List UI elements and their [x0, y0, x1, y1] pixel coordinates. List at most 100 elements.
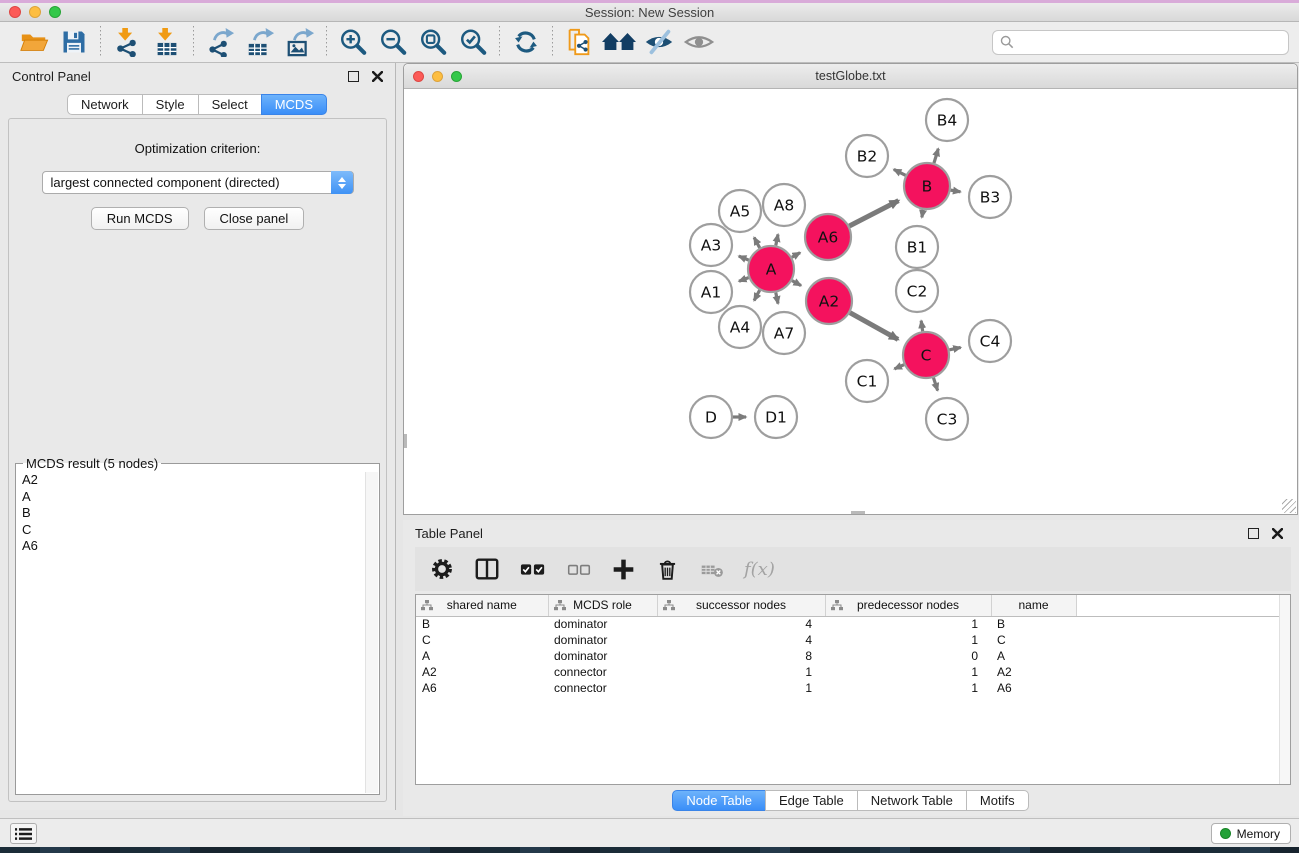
hide-selected-button[interactable]	[639, 24, 679, 60]
zoom-in-button[interactable]	[333, 24, 373, 60]
memory-button[interactable]: Memory	[1211, 823, 1291, 844]
network-canvas[interactable]: B4B2BB3A5A8A6A3B1AC2A1A2A4A7C4CC1C3DD1	[404, 89, 1297, 514]
vertical-scroll-nub[interactable]	[404, 434, 407, 448]
show-columns-button[interactable]	[474, 556, 500, 582]
search-input[interactable]	[1014, 35, 1288, 50]
edge-B-B3[interactable]	[951, 190, 961, 192]
zoom-out-button[interactable]	[373, 24, 413, 60]
first-neighbors-button[interactable]	[599, 24, 639, 60]
edge-C-C1[interactable]	[894, 365, 904, 369]
minimize-window-button[interactable]	[29, 6, 41, 18]
tab-node-table[interactable]: Node Table	[672, 790, 766, 811]
open-session-button[interactable]	[14, 24, 54, 60]
edge-A-A3[interactable]	[739, 256, 749, 260]
column-header-predecessor-nodes[interactable]: predecessor nodes	[825, 595, 991, 616]
edge-C-C2[interactable]	[921, 321, 922, 332]
cell-name[interactable]: A2	[991, 664, 1076, 680]
tab-edge-table[interactable]: Edge Table	[765, 790, 858, 811]
tab-style[interactable]: Style	[142, 94, 199, 115]
cell-successor-nodes[interactable]: 1	[657, 664, 825, 680]
resize-grip[interactable]	[1282, 499, 1296, 513]
cell-predecessor-nodes[interactable]: 1	[825, 680, 991, 696]
network-window-titlebar[interactable]: testGlobe.txt	[404, 64, 1297, 89]
cell-shared-name[interactable]: C	[416, 632, 548, 648]
result-item[interactable]: C	[22, 522, 379, 539]
tab-mcds[interactable]: MCDS	[261, 94, 327, 115]
mcds-result-list[interactable]: A2ABCA6	[16, 471, 379, 555]
cell-successor-nodes[interactable]: 4	[657, 632, 825, 648]
edge-B-B4[interactable]	[934, 149, 938, 163]
zoom-window-button[interactable]	[49, 6, 61, 18]
close-panel-button[interactable]: Close panel	[204, 207, 305, 230]
edge-A-A8[interactable]	[776, 234, 778, 245]
result-scrollbar[interactable]	[365, 472, 378, 793]
close-panel-icon[interactable]	[372, 71, 383, 82]
select-all-button[interactable]	[519, 556, 547, 582]
close-table-panel-icon[interactable]	[1272, 528, 1283, 539]
zoom-fit-button[interactable]	[413, 24, 453, 60]
table-settings-button[interactable]	[429, 556, 455, 582]
edge-A-A5[interactable]	[754, 237, 760, 247]
show-all-button[interactable]	[679, 24, 719, 60]
delete-column-button[interactable]	[655, 556, 680, 582]
edge-A2-C[interactable]	[850, 313, 898, 340]
horizontal-scroll-nub[interactable]	[851, 511, 865, 514]
show-panels-button[interactable]	[10, 823, 37, 844]
table-row[interactable]: Adominator80A	[416, 648, 1290, 664]
cell-shared-name[interactable]: A6	[416, 680, 548, 696]
search-field[interactable]	[992, 30, 1289, 55]
run-mcds-button[interactable]: Run MCDS	[91, 207, 189, 230]
import-network-button[interactable]	[107, 24, 147, 60]
cell-MCDS-role[interactable]: dominator	[548, 648, 657, 664]
cell-predecessor-nodes[interactable]: 1	[825, 632, 991, 648]
close-network-button[interactable]	[413, 71, 424, 82]
float-panel-icon[interactable]	[348, 71, 359, 82]
table-row[interactable]: A2connector11A2	[416, 664, 1290, 680]
edge-A-A7[interactable]	[776, 293, 778, 304]
cell-predecessor-nodes[interactable]: 1	[825, 616, 991, 632]
cell-MCDS-role[interactable]: connector	[548, 680, 657, 696]
export-table-button[interactable]	[240, 24, 280, 60]
column-header-MCDS-role[interactable]: MCDS role	[548, 595, 657, 616]
edge-B-B1[interactable]	[922, 210, 923, 218]
zoom-selected-button[interactable]	[453, 24, 493, 60]
import-table-button[interactable]	[147, 24, 187, 60]
clone-network-button[interactable]	[559, 24, 599, 60]
edge-A-A2[interactable]	[792, 281, 801, 286]
node-table-grid[interactable]: shared nameMCDS rolesuccessor nodesprede…	[416, 595, 1290, 696]
node-table[interactable]: shared nameMCDS rolesuccessor nodesprede…	[415, 594, 1291, 785]
column-header-successor-nodes[interactable]: successor nodes	[657, 595, 825, 616]
table-row[interactable]: A6connector11A6	[416, 680, 1290, 696]
edge-A6-B[interactable]	[849, 201, 898, 226]
result-item[interactable]: B	[22, 505, 379, 522]
save-session-button[interactable]	[54, 24, 94, 60]
column-header-name[interactable]: name	[991, 595, 1076, 616]
delete-table-button[interactable]	[699, 557, 725, 581]
table-scrollbar[interactable]	[1279, 595, 1290, 784]
cell-name[interactable]: C	[991, 632, 1076, 648]
tab-network-table[interactable]: Network Table	[857, 790, 967, 811]
table-row[interactable]: Cdominator41C	[416, 632, 1290, 648]
cell-name[interactable]: B	[991, 616, 1076, 632]
zoom-network-button[interactable]	[451, 71, 462, 82]
edge-A-A1[interactable]	[739, 278, 749, 282]
function-builder-button[interactable]: f(x)	[744, 559, 775, 580]
column-header-shared-name[interactable]: shared name	[416, 595, 548, 616]
tab-network[interactable]: Network	[67, 94, 143, 115]
tab-select[interactable]: Select	[198, 94, 262, 115]
cell-shared-name[interactable]: A2	[416, 664, 548, 680]
network-graph[interactable]: B4B2BB3A5A8A6A3B1AC2A1A2A4A7C4CC1C3DD1	[404, 89, 1297, 514]
result-item[interactable]: A2	[22, 472, 379, 489]
edge-A-A4[interactable]	[754, 290, 760, 300]
cell-shared-name[interactable]: A	[416, 648, 548, 664]
cell-predecessor-nodes[interactable]: 0	[825, 648, 991, 664]
tab-motifs[interactable]: Motifs	[966, 790, 1029, 811]
cell-successor-nodes[interactable]: 4	[657, 616, 825, 632]
cell-MCDS-role[interactable]: connector	[548, 664, 657, 680]
result-item[interactable]: A	[22, 489, 379, 506]
float-table-panel-icon[interactable]	[1248, 528, 1259, 539]
cell-successor-nodes[interactable]: 8	[657, 648, 825, 664]
cell-predecessor-nodes[interactable]: 1	[825, 664, 991, 680]
cell-name[interactable]: A6	[991, 680, 1076, 696]
edge-C-C4[interactable]	[949, 347, 960, 349]
